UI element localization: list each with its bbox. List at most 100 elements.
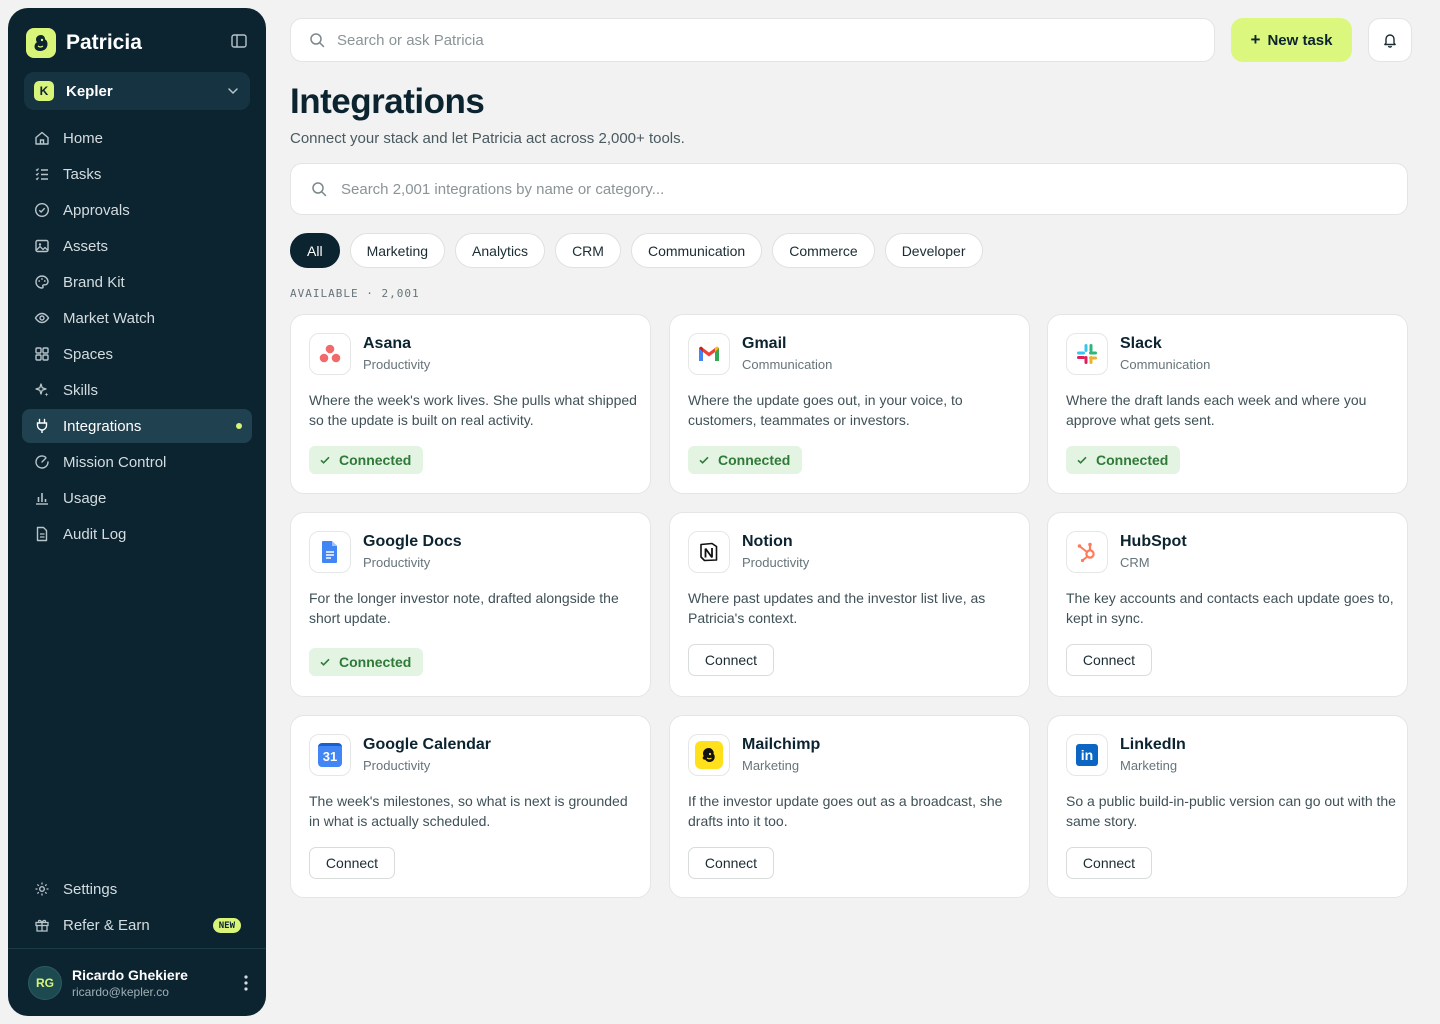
nav-item-approvals[interactable]: Approvals: [22, 193, 252, 227]
nav-item-skills[interactable]: Skills: [22, 373, 252, 407]
gmail-icon: [688, 333, 730, 375]
integration-card-notion[interactable]: Notion Productivity Where past updates a…: [669, 512, 1030, 697]
connected-badge[interactable]: Connected: [309, 446, 424, 474]
search-icon: [309, 32, 325, 48]
user-profile[interactable]: RG Ricardo Ghekiere ricardo@kepler.co: [8, 948, 266, 1016]
more-vertical-icon[interactable]: [244, 975, 248, 991]
gauge-icon: [34, 454, 50, 470]
nav-label: Integrations: [63, 417, 142, 435]
integration-card-hubspot[interactable]: HubSpot CRM The key accounts and contact…: [1047, 512, 1408, 697]
nav-label: Market Watch: [63, 309, 155, 327]
chevron-down-icon: [226, 84, 240, 98]
filter-chip-all[interactable]: All: [290, 233, 340, 268]
connect-button[interactable]: Connect: [1066, 644, 1152, 676]
nav-label: Usage: [63, 489, 107, 507]
integration-category: Communication: [742, 357, 833, 372]
workspace-switcher[interactable]: K Kepler: [24, 72, 250, 110]
nav-label: Assets: [63, 237, 109, 255]
linkedin-logo-text: in: [1076, 744, 1098, 766]
nav-label: Settings: [63, 880, 118, 898]
integration-name: Slack: [1120, 335, 1162, 352]
search-placeholder: Search 2,001 integrations by name or cat…: [341, 180, 665, 198]
nav-label: Spaces: [63, 345, 114, 363]
user-name: Ricardo Ghekiere: [72, 966, 188, 983]
integration-card-google-calendar[interactable]: 31 Google Calendar Productivity The week…: [290, 715, 651, 898]
integration-category: Communication: [1120, 357, 1211, 372]
integration-card-google-docs[interactable]: Google Docs Productivity For the longer …: [290, 512, 651, 697]
integration-card-gmail[interactable]: Gmail Communication Where the update goe…: [669, 314, 1030, 494]
nav-label: Refer & Earn: [63, 916, 150, 934]
integration-card-mailchimp[interactable]: Mailchimp Marketing If the investor upda…: [669, 715, 1030, 898]
calendar-logo-text: 31: [318, 743, 342, 767]
check-icon: [319, 656, 331, 668]
eye-icon: [34, 310, 50, 326]
filter-chip-communication[interactable]: Communication: [630, 233, 763, 268]
filter-chip-marketing[interactable]: Marketing: [349, 233, 446, 268]
integration-name: Asana: [363, 335, 412, 352]
connect-button[interactable]: Connect: [688, 644, 774, 676]
global-search-input[interactable]: Search or ask Patricia: [290, 18, 1215, 62]
nav-label: Audit Log: [63, 525, 127, 543]
connect-button[interactable]: Connect: [309, 847, 395, 879]
linkedin-icon: in: [1066, 734, 1108, 776]
app-name: Patricia: [66, 31, 142, 54]
section-label: AVAILABLE · 2,001: [290, 287, 420, 300]
sidebar: Patricia K Kepler Home Tasks Approvals A…: [8, 8, 266, 1016]
gear-icon: [34, 881, 50, 897]
avatar: RG: [28, 965, 62, 1000]
plug-icon: [34, 418, 50, 434]
nav-item-mission-control[interactable]: Mission Control: [22, 445, 252, 479]
nav-item-refer-earn[interactable]: Refer & Earn NEW: [22, 908, 252, 942]
integration-card-slack[interactable]: Slack Communication Where the draft land…: [1047, 314, 1408, 494]
workspace-name: Kepler: [66, 82, 113, 100]
nav-label: Brand Kit: [63, 273, 125, 291]
nav-item-spaces[interactable]: Spaces: [22, 337, 252, 371]
notion-icon: [688, 531, 730, 573]
integrations-search-input[interactable]: Search 2,001 integrations by name or cat…: [290, 163, 1408, 215]
check-icon: [319, 454, 331, 466]
integration-description: The week's milestones, so what is next i…: [309, 793, 628, 829]
main-nav: Home Tasks Approvals Assets Brand Kit Ma…: [22, 121, 252, 553]
bar-chart-icon: [34, 490, 50, 506]
nav-item-tasks[interactable]: Tasks: [22, 157, 252, 191]
page-subtitle: Connect your stack and let Patricia act …: [290, 130, 685, 147]
nav-item-settings[interactable]: Settings: [22, 872, 252, 906]
integration-description: The key accounts and contacts each updat…: [1066, 590, 1394, 626]
nav-item-integrations[interactable]: Integrations: [22, 409, 252, 443]
filter-chip-commerce[interactable]: Commerce: [772, 233, 875, 268]
tasks-icon: [34, 166, 50, 182]
filter-chip-developer[interactable]: Developer: [884, 233, 983, 268]
nav-item-home[interactable]: Home: [22, 121, 252, 155]
google-docs-icon: [309, 531, 351, 573]
check-icon: [698, 454, 710, 466]
brand[interactable]: Patricia: [26, 27, 142, 59]
integration-card-linkedin[interactable]: in LinkedIn Marketing So a public build-…: [1047, 715, 1408, 898]
integration-name: Mailchimp: [742, 736, 821, 753]
active-indicator-dot: [236, 423, 242, 429]
connect-button[interactable]: Connect: [688, 847, 774, 879]
sidebar-toggle-icon[interactable]: [230, 32, 248, 50]
home-icon: [34, 130, 50, 146]
integration-description: So a public build-in-public version can …: [1066, 793, 1396, 829]
secondary-nav: Settings Refer & Earn NEW: [22, 872, 252, 944]
nav-item-audit-log[interactable]: Audit Log: [22, 517, 252, 551]
nav-item-usage[interactable]: Usage: [22, 481, 252, 515]
integration-category: Productivity: [742, 555, 810, 570]
nav-item-assets[interactable]: Assets: [22, 229, 252, 263]
connect-button[interactable]: Connect: [1066, 847, 1152, 879]
search-icon: [311, 181, 327, 197]
nav-item-market-watch[interactable]: Market Watch: [22, 301, 252, 335]
notifications-button[interactable]: [1368, 18, 1412, 62]
connected-badge[interactable]: Connected: [1066, 446, 1181, 474]
new-task-button[interactable]: + New task: [1231, 18, 1352, 62]
connected-badge[interactable]: Connected: [309, 648, 424, 676]
integration-card-asana[interactable]: Asana Productivity Where the week's work…: [290, 314, 651, 494]
mailchimp-icon: [688, 734, 730, 776]
status-label: Connected: [1096, 452, 1169, 468]
nav-item-brand-kit[interactable]: Brand Kit: [22, 265, 252, 299]
integration-category: CRM: [1120, 555, 1150, 570]
connected-badge[interactable]: Connected: [688, 446, 803, 474]
integration-name: HubSpot: [1120, 533, 1187, 550]
filter-chip-analytics[interactable]: Analytics: [455, 233, 546, 268]
filter-chip-crm[interactable]: CRM: [555, 233, 621, 268]
